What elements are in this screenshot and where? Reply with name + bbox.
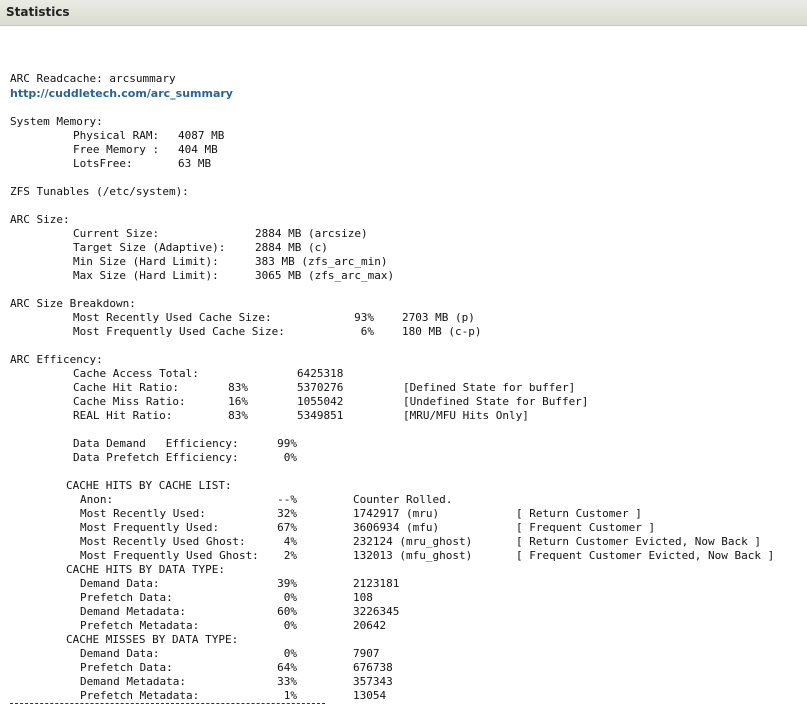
arc-breakdown-col3: 180 MB (c-p) (402, 325, 482, 338)
arc-efficiency-col3: 1055042 (297, 395, 344, 408)
hits-by-list-title: CACHE HITS BY CACHE LIST: (66, 479, 232, 492)
misses-by-type-col1: Demand Data: (80, 647, 160, 660)
hits-by-list-col3: Counter Rolled. (353, 493, 453, 506)
hits-by-type-col1: Demand Data: (80, 577, 160, 590)
hits-by-type-col1: Prefetch Data: (80, 591, 173, 604)
arc-efficiency-col4: [MRU/MFU Hits Only] (403, 409, 529, 422)
arc-breakdown-col3: 2703 MB (p) (402, 311, 475, 324)
misses-by-type-col1: Demand Metadata: (80, 675, 186, 688)
hits-by-list-col1: Most Recently Used: (80, 507, 206, 520)
arc-efficiency-col4: [Undefined State for Buffer] (403, 395, 589, 408)
data-efficiency-col1: Data Prefetch Efficiency: (73, 451, 239, 464)
misses-by-type-col2: 0% (283, 647, 297, 660)
system-memory-col2: 4087 MB (178, 129, 225, 142)
misses-by-type-col2: 64% (277, 661, 297, 674)
hits-by-type-col3: 20642 (353, 619, 387, 632)
arc-efficiency-col3: 5349851 (297, 409, 344, 422)
hits-by-type-col2: 0% (283, 619, 297, 632)
arc-summary-link[interactable]: http://cuddletech.com/arc_summary (10, 87, 233, 100)
arc-size-col1: Max Size (Hard Limit): (73, 269, 219, 282)
hits-by-type-col3: 3226345 (353, 605, 400, 618)
hits-by-list-col3: 3606934 (mfu) (353, 521, 440, 534)
hits-by-list-col1: Most Recently Used Ghost: (80, 535, 246, 548)
arc-efficiency-col1: REAL Hit Ratio: (73, 409, 173, 422)
misses-by-type-col2: 33% (277, 675, 297, 688)
arc-size-col2: 383 MB (zfs_arc_min) (255, 255, 388, 268)
hits-by-type-col1: Demand Metadata: (80, 605, 186, 618)
hits-by-list-col3: 1742917 (mru) (353, 507, 440, 520)
hits-by-list-col1: Most Frequently Used Ghost: (80, 549, 259, 562)
zfs-tunables-title: ZFS Tunables (/etc/system): (10, 185, 189, 198)
arc-efficiency-col1: Cache Hit Ratio: (73, 381, 179, 394)
hits-by-type-title: CACHE HITS BY DATA TYPE: (66, 563, 225, 576)
cache-access-total-value: 6425318 (297, 367, 344, 380)
arc-efficiency-col2: 83% (228, 409, 248, 422)
system-memory-col1: Free Memory : (73, 143, 160, 156)
cache-access-total-label: Cache Access Total: (73, 367, 199, 380)
hits-by-list-col1: Anon: (80, 493, 114, 506)
hits-by-list-col2: --% (277, 493, 297, 506)
misses-by-type-col3: 7907 (353, 647, 380, 660)
hits-by-list-col2: 4% (283, 535, 297, 548)
hits-by-type-col1: Prefetch Metadata: (80, 619, 200, 632)
system-memory-col2: 404 MB (178, 143, 218, 156)
hits-by-type-col2: 39% (277, 577, 297, 590)
hits-by-list-col4: [ Return Customer Evicted, Now Back ] (516, 535, 762, 548)
arc-size-title: ARC Size: (10, 213, 70, 226)
misses-by-type-col2: 1% (283, 689, 297, 702)
report-separator (10, 703, 325, 704)
hits-by-type-col2: 0% (283, 591, 297, 604)
arc-breakdown-title: ARC Size Breakdown: (10, 297, 136, 310)
arc-size-col2: 3065 MB (zfs_arc_max) (255, 269, 395, 282)
arc-breakdown-col2: 93% (354, 311, 374, 324)
arc-size-col2: 2884 MB (arcsize) (255, 227, 368, 240)
arc-size-col2: 2884 MB (c) (255, 241, 328, 254)
arc-efficiency-col2: 16% (228, 395, 248, 408)
hits-by-list-col1: Most Frequently Used: (80, 521, 220, 534)
hits-by-list-col2: 2% (283, 549, 297, 562)
hits-by-type-col2: 60% (277, 605, 297, 618)
arc-breakdown-col1: Most Recently Used Cache Size: (73, 311, 272, 324)
arc-breakdown-col2: 6% (360, 325, 374, 338)
arc-efficiency-col3: 5370276 (297, 381, 344, 394)
data-efficiency-col1: Data Demand Efficiency: (73, 437, 239, 450)
system-memory-col1: Physical RAM: (73, 129, 160, 142)
hits-by-list-col2: 32% (277, 507, 297, 520)
arc-efficiency-col1: Cache Miss Ratio: (73, 395, 186, 408)
system-memory-col1: LotsFree: (73, 157, 133, 170)
system-memory-title: System Memory: (10, 115, 103, 128)
arc-efficiency-col2: 83% (228, 381, 248, 394)
report-heading: ARC Readcache: arcsummary (10, 72, 176, 85)
arc-breakdown-col1: Most Frequently Used Cache Size: (73, 325, 285, 338)
misses-by-type-col3: 13054 (353, 689, 387, 702)
arc-summary-report: ARC Readcache: arcsummary http://cuddlet… (0, 0, 807, 722)
arc-efficiency-col4: [Defined State for buffer] (403, 381, 576, 394)
hits-by-list-col4: [ Return Customer ] (516, 507, 642, 520)
data-efficiency-col2: 99% (277, 437, 297, 450)
arc-efficiency-title: ARC Efficency: (10, 353, 103, 366)
arc-size-col1: Min Size (Hard Limit): (73, 255, 219, 268)
hits-by-list-col4: [ Frequent Customer Evicted, Now Back ] (516, 549, 775, 562)
data-efficiency-col2: 0% (283, 451, 297, 464)
misses-by-type-title: CACHE MISSES BY DATA TYPE: (66, 633, 239, 646)
arc-size-col1: Current Size: (73, 227, 160, 240)
hits-by-type-col3: 108 (353, 591, 373, 604)
misses-by-type-col1: Prefetch Data: (80, 661, 173, 674)
arc-size-col1: Target Size (Adaptive): (73, 241, 226, 254)
hits-by-list-col4: [ Frequent Customer ] (516, 521, 656, 534)
misses-by-type-col3: 676738 (353, 661, 393, 674)
misses-by-type-col3: 357343 (353, 675, 393, 688)
system-memory-col2: 63 MB (178, 157, 212, 170)
misses-by-type-col1: Prefetch Metadata: (80, 689, 200, 702)
hits-by-type-col3: 2123181 (353, 577, 400, 590)
hits-by-list-col2: 67% (277, 521, 297, 534)
hits-by-list-col3: 132013 (mfu_ghost) (353, 549, 473, 562)
hits-by-list-col3: 232124 (mru_ghost) (353, 535, 473, 548)
